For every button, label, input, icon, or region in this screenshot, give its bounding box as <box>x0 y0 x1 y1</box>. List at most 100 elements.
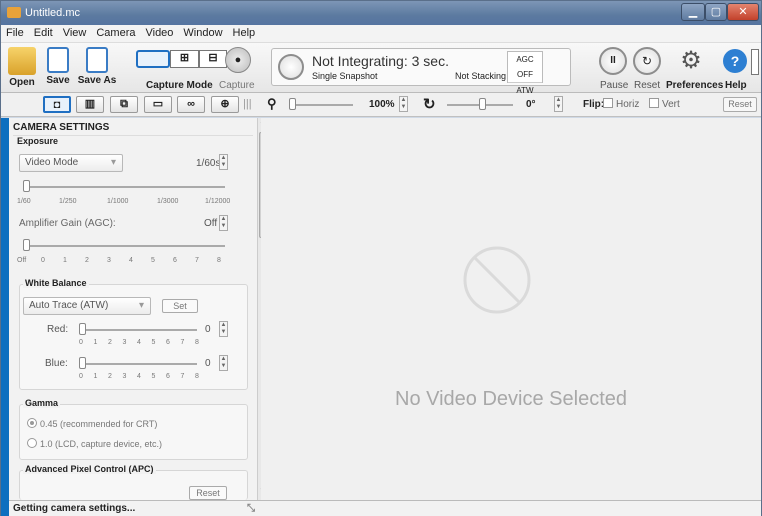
crosshair-tab-button[interactable]: ⊕ <box>211 96 239 113</box>
zoom-icon: ⚲ <box>267 96 277 111</box>
gain-label: Amplifier Gain (AGC): <box>19 218 116 229</box>
menu-file[interactable]: File <box>1 25 29 39</box>
menu-help[interactable]: Help <box>228 25 261 39</box>
save-as-button[interactable]: Save As <box>77 47 117 86</box>
folder-icon <box>8 47 36 75</box>
capture-label: Capture <box>219 80 255 91</box>
red-label: Red: <box>47 324 69 335</box>
status-text: Getting camera settings... <box>13 503 136 514</box>
save-label: Save <box>46 75 70 86</box>
zoom-value: 100% <box>369 99 395 110</box>
menu-video[interactable]: Video <box>140 25 178 39</box>
flip-horizontal-checkbox[interactable]: Horiz <box>603 98 639 110</box>
preferences-label: Preferences <box>666 80 724 91</box>
glasses-tab-button[interactable]: ∞ <box>177 96 205 113</box>
gain-slider[interactable] <box>23 245 225 247</box>
red-tick: 2 <box>108 339 112 346</box>
gear-icon[interactable]: ⚙ <box>677 47 705 75</box>
blue-tick: 7 <box>180 373 185 380</box>
layers-tab-button[interactable]: ⧉ <box>110 96 138 113</box>
exposure-stepper[interactable]: ▲ ▼ <box>219 154 228 170</box>
red-tick: 1 <box>93 339 98 346</box>
gain-tick: 3 <box>107 257 111 264</box>
grip-icon: ||| <box>243 98 252 110</box>
rotate-stepper[interactable]: ▲ ▼ <box>554 96 563 112</box>
apc-reset-button[interactable]: Reset <box>189 486 227 500</box>
red-tick: 6 <box>166 339 170 346</box>
film-mode-button[interactable]: ⊟ <box>199 50 227 68</box>
rotate-slider-knob[interactable] <box>479 98 486 110</box>
frame-tab-button[interactable]: ▭ <box>144 96 172 113</box>
flip-horizontal-label: Horiz <box>616 99 640 110</box>
gain-tick: 6 <box>173 257 177 264</box>
flip-label: Flip: <box>583 99 605 110</box>
blue-label: Blue: <box>45 358 68 369</box>
zoom-stepper[interactable]: ▲ ▼ <box>399 96 408 112</box>
open-button[interactable]: Open <box>5 47 39 88</box>
menu-view[interactable]: View <box>58 25 92 39</box>
gain-slider-knob[interactable] <box>23 239 30 251</box>
gain-tick: 5 <box>151 257 155 264</box>
agc-atw-indicator: AGC OFF ATW <box>507 51 543 95</box>
red-value: 0 <box>205 324 211 335</box>
close-button[interactable]: ✕ <box>727 3 759 21</box>
menu-window[interactable]: Window <box>178 25 227 39</box>
gamma-10-radio[interactable]: 1.0 (LCD, capture device, etc.) <box>27 438 162 449</box>
red-slider-knob[interactable] <box>79 323 86 335</box>
blue-tick: 1 <box>93 373 98 380</box>
blue-stepper[interactable]: ▲ ▼ <box>219 355 228 371</box>
gain-tick: 2 <box>85 257 89 264</box>
floppy-edit-icon <box>86 47 108 73</box>
gamma-045-radio[interactable]: 0.45 (recommended for CRT) <box>27 418 157 429</box>
pause-icon[interactable]: II <box>599 47 627 75</box>
single-frame-mode-button[interactable] <box>136 50 170 68</box>
red-slider[interactable] <box>79 329 197 331</box>
resize-grip-icon[interactable]: ⤡ <box>247 503 255 514</box>
gain-stepper[interactable]: ▲ ▼ <box>219 215 228 231</box>
blue-slider[interactable] <box>79 363 197 365</box>
camera-tab-button[interactable]: ◘ <box>43 96 71 113</box>
view-toolbar: ◘ ▥ ⧉ ▭ ∞ ⊕ ||| ⚲ 100% ▲ ▼ ↻ 0° ▲ ▼ Flip: … <box>1 93 761 117</box>
video-display-area: No Video Device Selected <box>261 118 761 500</box>
red-tick: 0 <box>79 339 83 346</box>
save-button[interactable]: Save <box>43 47 73 86</box>
red-stepper[interactable]: ▲ ▼ <box>219 321 228 337</box>
minimize-button[interactable]: ▁ <box>681 3 705 21</box>
exposure-tick: 1/60 <box>17 198 31 205</box>
flip-vertical-checkbox[interactable]: Vert <box>649 98 680 110</box>
exposure-slider[interactable] <box>23 186 225 188</box>
blue-tick: 4 <box>137 373 141 380</box>
app-icon <box>7 7 21 18</box>
grid-mode-button[interactable]: ⊞ <box>170 50 199 68</box>
snapshot-mode-text: Single Snapshot <box>312 71 378 81</box>
camera-capture-icon[interactable]: ● <box>225 47 251 73</box>
exposure-mode-dropdown[interactable]: Video Mode <box>19 154 123 172</box>
red-tick: 7 <box>180 339 185 346</box>
blue-value: 0 <box>205 358 211 369</box>
gain-tick: 0 <box>41 257 45 264</box>
menu-edit[interactable]: Edit <box>29 25 58 39</box>
help-icon[interactable]: ? <box>723 49 747 73</box>
compact-toggle-icon[interactable] <box>751 49 759 75</box>
zoom-slider[interactable] <box>289 104 353 106</box>
exposure-slider-knob[interactable] <box>23 180 30 192</box>
exposure-tick: 1/3000 <box>157 198 179 205</box>
view-reset-button[interactable]: Reset <box>723 97 757 112</box>
white-balance-mode-dropdown[interactable]: Auto Trace (ATW) <box>23 297 151 315</box>
no-video-message: No Video Device Selected <box>395 388 627 410</box>
histogram-tab-button[interactable]: ▥ <box>76 96 104 113</box>
maximize-button[interactable]: ▢ <box>705 3 727 21</box>
integration-icon <box>278 54 304 80</box>
capture-mode-label: Capture Mode <box>146 80 213 91</box>
blue-slider-knob[interactable] <box>79 357 86 369</box>
exposure-tick: 1/1000 <box>107 198 129 205</box>
zoom-slider-knob[interactable] <box>289 98 296 110</box>
gamma-label: Gamma <box>23 398 61 408</box>
save-as-label: Save As <box>77 75 117 86</box>
main-toolbar: Open Save Save As ⊞ ⊟ Capture Mode ● Cap… <box>1 43 761 95</box>
white-balance-set-button[interactable]: Set <box>162 299 198 313</box>
menu-camera[interactable]: Camera <box>91 25 140 39</box>
flip-vertical-label: Vert <box>662 99 680 110</box>
rotate-icon: ↻ <box>423 96 436 113</box>
reset-icon[interactable]: ↻ <box>633 47 661 75</box>
